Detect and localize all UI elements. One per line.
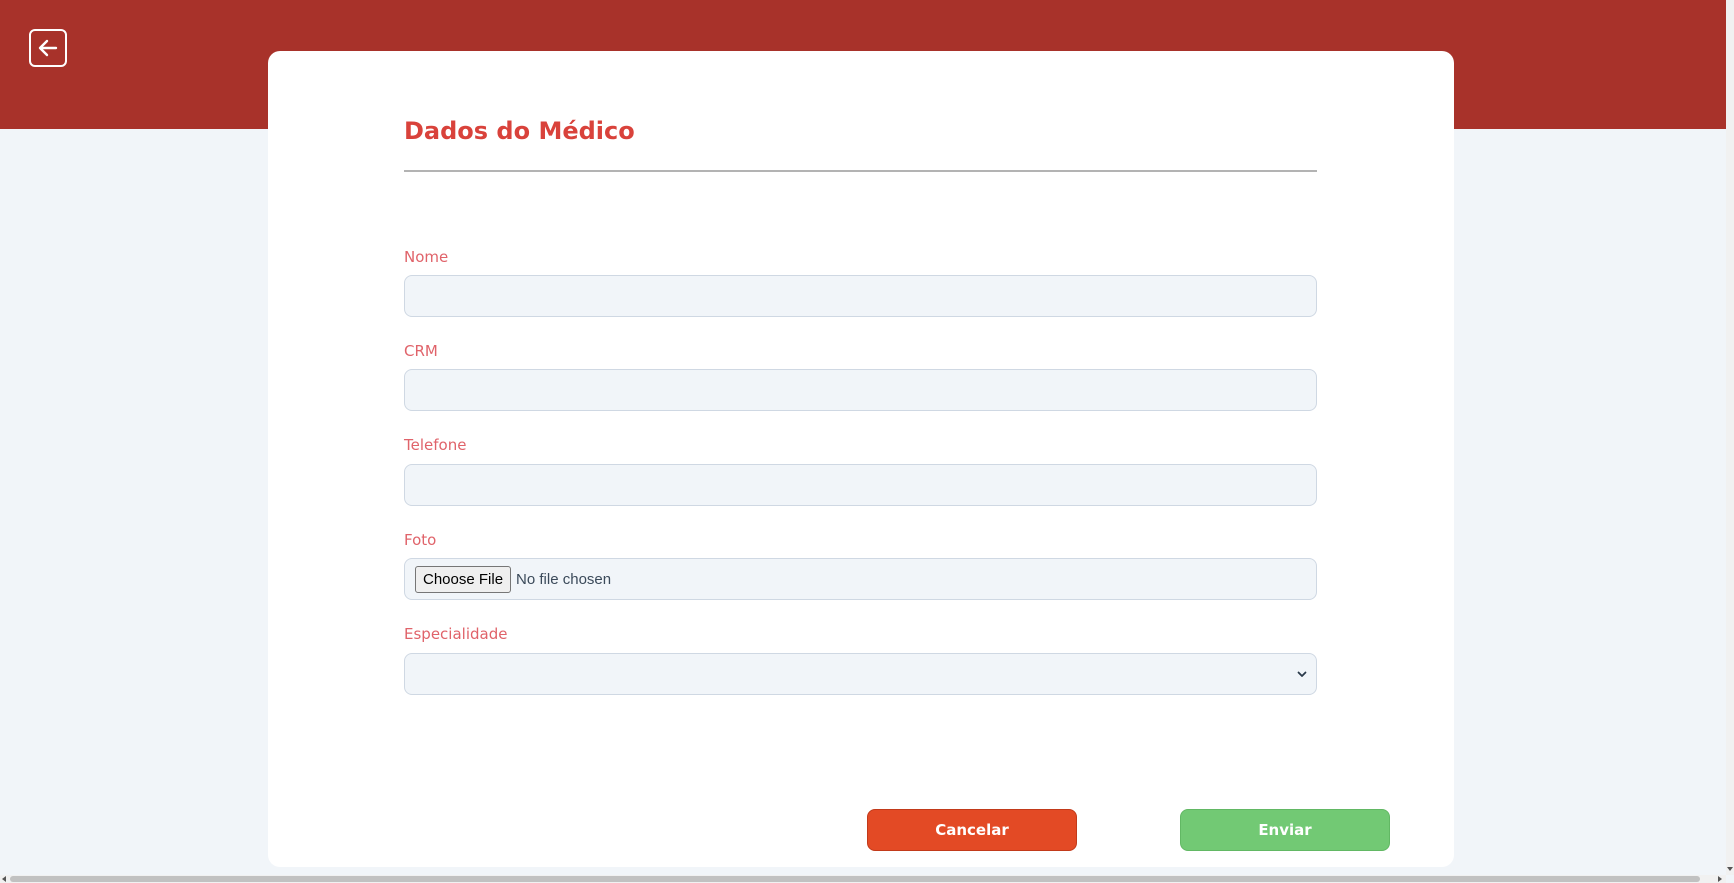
cancel-button[interactable]: Cancelar [867,809,1077,851]
title-divider [404,170,1317,172]
crm-input[interactable] [404,369,1317,411]
choose-file-button[interactable]: Choose File [415,565,512,593]
crm-label: CRM [404,342,438,360]
scroll-down-arrow-icon[interactable] [1726,865,1734,873]
telefone-label: Telefone [404,436,467,454]
page: Dados do Médico Nome CRM Telefone Foto C… [0,0,1734,883]
scroll-right-arrow-icon[interactable] [1716,875,1724,883]
form-title: Dados do Médico [404,117,635,145]
foto-file-input[interactable]: Choose File No file chosen [404,558,1317,600]
arrow-left-icon [38,39,58,57]
chevron-down-icon [1297,671,1307,677]
telefone-input[interactable] [404,464,1317,506]
scroll-left-arrow-icon[interactable] [0,875,8,883]
horizontal-scrollbar[interactable] [0,875,1726,883]
back-button[interactable] [29,29,67,67]
form-card: Dados do Médico Nome CRM Telefone Foto C… [268,51,1454,867]
horizontal-scrollbar-thumb[interactable] [10,876,1700,882]
nome-input[interactable] [404,275,1317,317]
file-status-text: No file chosen [516,570,612,588]
foto-label: Foto [404,531,437,549]
submit-button[interactable]: Enviar [1180,809,1390,851]
especialidade-label: Especialidade [404,625,508,643]
vertical-scrollbar[interactable] [1726,0,1734,875]
nome-label: Nome [404,248,449,266]
especialidade-select[interactable] [404,653,1317,695]
